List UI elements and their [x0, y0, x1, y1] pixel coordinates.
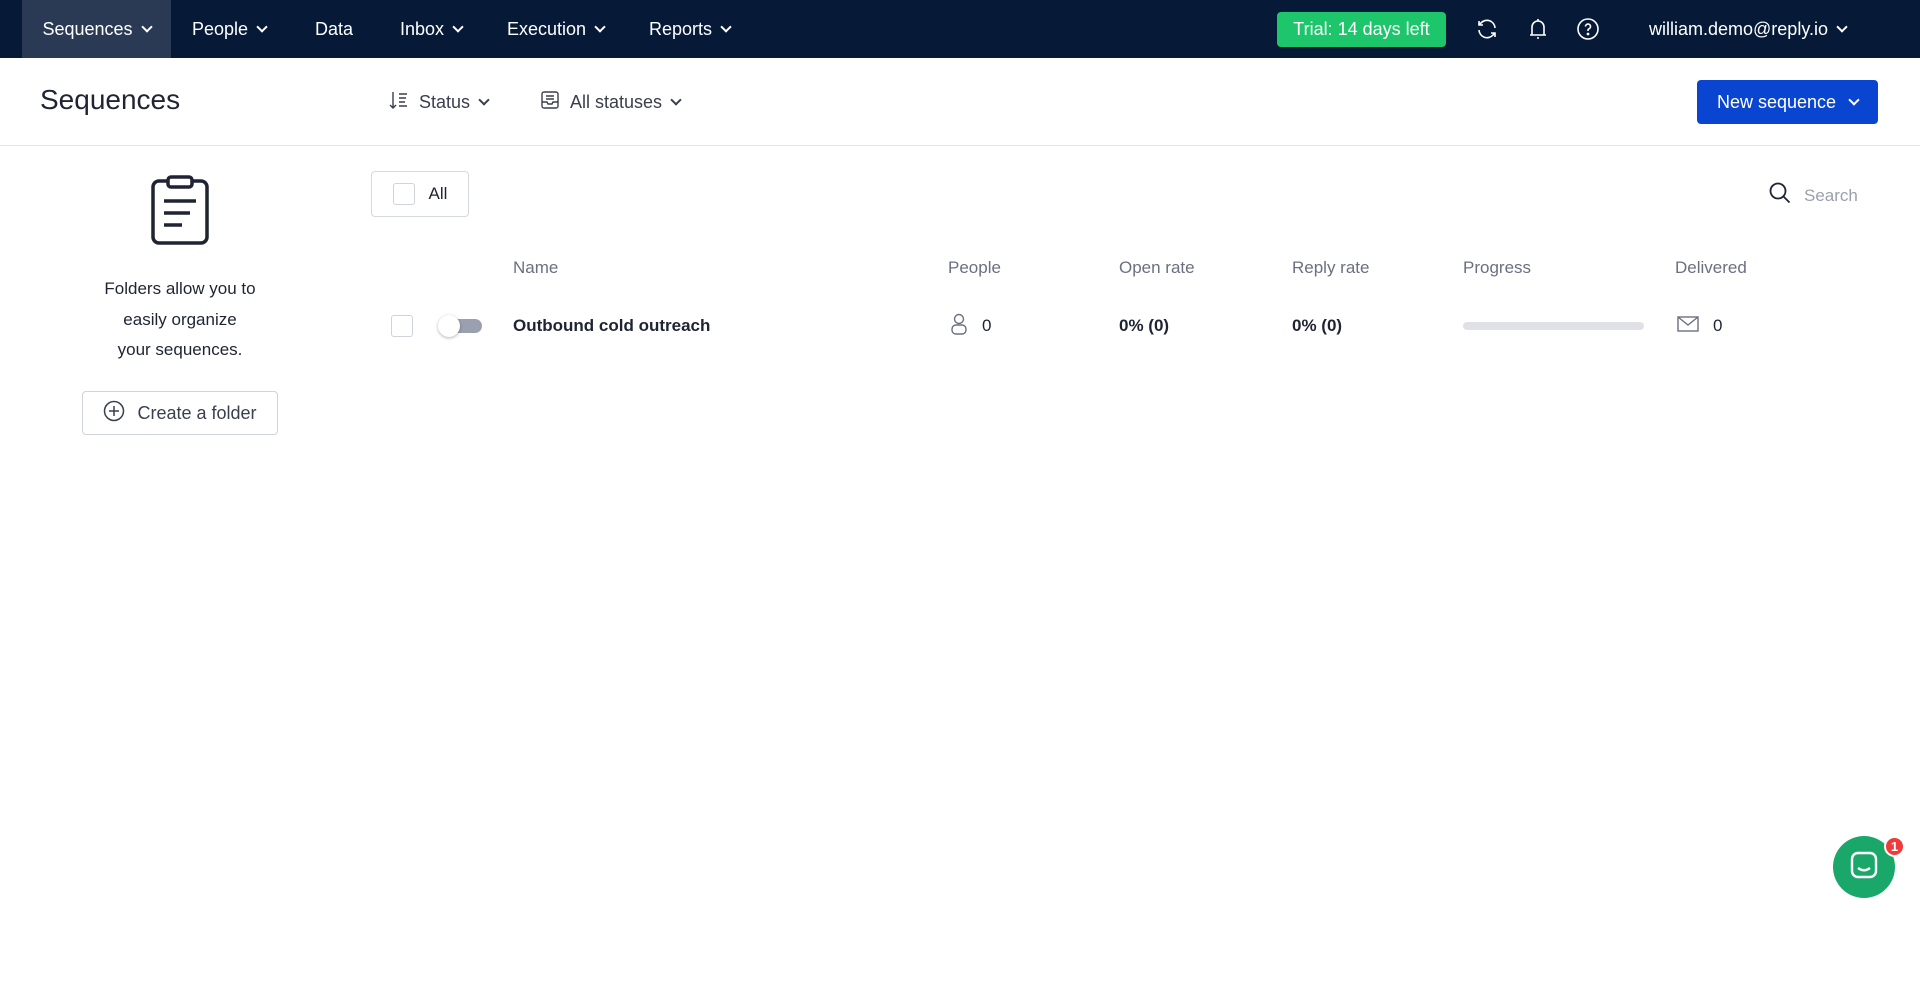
search-box[interactable]: Search — [1768, 181, 1858, 210]
search-icon — [1768, 181, 1792, 210]
select-all-button[interactable]: All — [371, 171, 469, 217]
sequence-name[interactable]: Outbound cold outreach — [513, 315, 710, 337]
delivered-cell: 0 — [1677, 315, 1722, 337]
page-header — [0, 58, 1920, 146]
sort-icon — [389, 90, 409, 115]
envelope-icon — [1677, 315, 1699, 337]
folders-info: Folders allow you to easily organize you… — [60, 274, 300, 366]
create-folder-label: Create a folder — [137, 402, 257, 423]
column-header-delivered[interactable]: Delivered — [1675, 258, 1747, 278]
nav-inbox[interactable]: Inbox — [380, 0, 482, 58]
user-menu[interactable]: william.demo@reply.io — [1629, 0, 1866, 58]
nav-sequences[interactable]: Sequences — [22, 0, 171, 58]
column-header-progress[interactable]: Progress — [1463, 258, 1531, 278]
active-toggle[interactable] — [438, 315, 482, 337]
chevron-down-icon — [140, 20, 153, 33]
nav-label: Reports — [649, 18, 713, 39]
open-rate: 0% (0) — [1119, 316, 1170, 335]
chat-icon — [1849, 850, 1879, 885]
info-line: your sequences. — [117, 340, 243, 359]
chevron-down-icon — [452, 20, 464, 33]
sort-label: Status — [419, 91, 471, 112]
nav-label: People — [192, 18, 249, 39]
trial-badge[interactable]: Trial: 14 days left — [1277, 12, 1446, 47]
nav-reports[interactable]: Reports — [629, 0, 750, 58]
reply-rate: 0% (0) — [1292, 316, 1343, 335]
new-sequence-button[interactable]: New sequence — [1697, 80, 1878, 124]
people-cell: 0 — [950, 313, 992, 340]
row-checkbox[interactable] — [391, 315, 413, 337]
person-icon — [950, 313, 968, 340]
column-header-open-rate[interactable]: Open rate — [1119, 258, 1195, 278]
select-all-checkbox[interactable] — [392, 183, 415, 205]
column-header-reply-rate[interactable]: Reply rate — [1292, 258, 1369, 278]
refresh-icon[interactable] — [1474, 16, 1500, 42]
nav-label: Data — [315, 18, 354, 39]
chevron-down-icon — [478, 93, 490, 106]
status-filter-label: All statuses — [570, 91, 663, 112]
chevron-down-icon — [670, 93, 682, 106]
info-line: Folders allow you to — [104, 279, 256, 298]
search-input[interactable]: Search — [1804, 186, 1858, 206]
inbox-tray-icon — [540, 90, 560, 115]
select-all-label: All — [428, 184, 448, 203]
chevron-down-icon — [720, 20, 732, 33]
new-sequence-label: New sequence — [1716, 91, 1837, 112]
create-folder-button[interactable]: Create a folder — [82, 391, 278, 435]
nav-label: Execution — [507, 18, 587, 39]
chevron-down-icon — [594, 20, 606, 33]
status-filter-dropdown[interactable]: All statuses — [540, 88, 682, 116]
user-email: william.demo@reply.io — [1649, 18, 1828, 39]
chevron-down-icon — [1848, 93, 1860, 106]
page-title: Sequences — [40, 84, 181, 115]
chevron-down-icon — [1836, 20, 1848, 33]
chat-notification-badge: 1 — [1884, 836, 1905, 857]
nav-data[interactable]: Data — [295, 0, 373, 58]
bell-icon[interactable] — [1525, 16, 1551, 42]
delivered-count: 0 — [1713, 316, 1723, 335]
column-header-people[interactable]: People — [948, 258, 1001, 278]
nav-people[interactable]: People — [172, 0, 286, 58]
progress-bar — [1463, 322, 1644, 330]
sort-status-dropdown[interactable]: Status — [389, 88, 490, 116]
chevron-down-icon — [256, 20, 268, 33]
nav-label: Inbox — [400, 18, 445, 39]
people-count: 0 — [982, 316, 992, 335]
plus-circle-icon — [103, 400, 125, 427]
nav-execution[interactable]: Execution — [487, 0, 624, 58]
help-icon[interactable] — [1575, 16, 1601, 42]
column-header-name[interactable]: Name — [513, 258, 558, 278]
info-line: easily organize — [123, 309, 237, 329]
clipboard-icon — [150, 175, 210, 250]
nav-label: Sequences — [42, 18, 133, 39]
